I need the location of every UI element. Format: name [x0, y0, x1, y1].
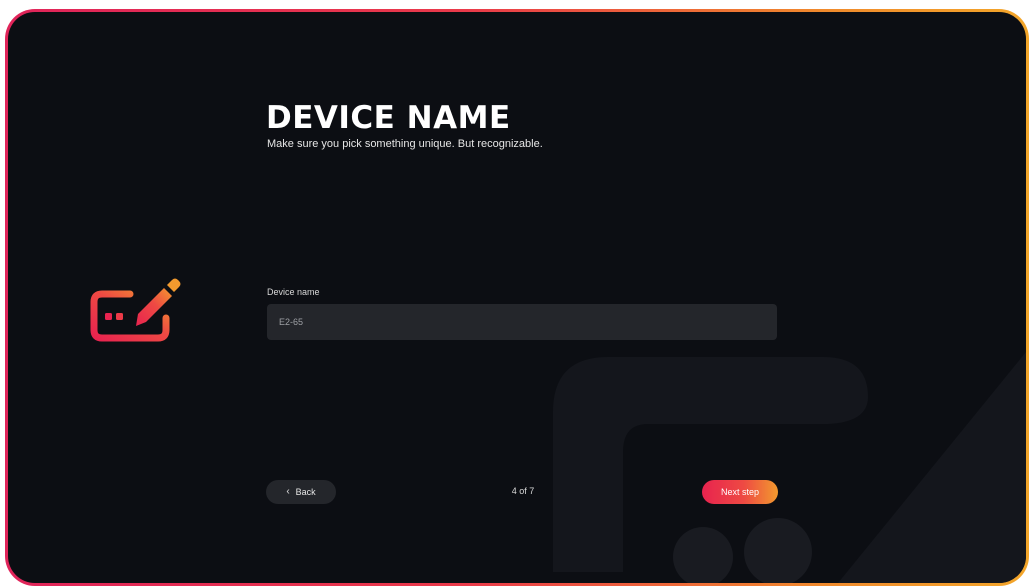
back-button-label: Back: [295, 487, 316, 497]
step-indicator: 4 of 7: [511, 486, 535, 496]
setup-screen: DEVICE NAME Make sure you pick something…: [8, 12, 1026, 583]
chevron-left-icon: ‹: [286, 486, 290, 497]
back-button[interactable]: ‹ Back: [266, 480, 336, 504]
device-name-input[interactable]: [267, 304, 777, 340]
device-frame: DEVICE NAME Make sure you pick something…: [5, 9, 1029, 586]
page-title: DEVICE NAME: [266, 100, 511, 136]
page-subtitle: Make sure you pick something unique. But…: [267, 138, 543, 150]
next-step-label: Next step: [720, 487, 760, 497]
next-step-button[interactable]: Next step: [702, 480, 778, 504]
edit-device-icon: [90, 278, 181, 342]
device-name-label: Device name: [267, 287, 320, 297]
